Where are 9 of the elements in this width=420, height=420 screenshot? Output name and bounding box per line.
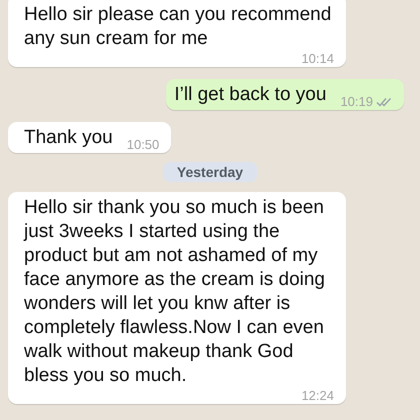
message-text: I’ll get back to you (174, 83, 326, 107)
message-time: 10:19 (340, 94, 373, 109)
message-time: 10:14 (301, 51, 334, 66)
message-time: 12:24 (301, 388, 334, 403)
message-text: Hello sir please can you recommend any sun cream for me (24, 3, 332, 51)
message-text: Thank you (24, 126, 113, 150)
message-time: 10:50 (126, 137, 160, 152)
message-text: Hello sir thank you so much is been just 3weeks I started using the product but am not ashamed of my face anymore as the cream is doing wonders will let you knw after is completely flawless.Now I can even walk without makeup thank God bless you so much. (24, 196, 326, 388)
date-divider: Yesterday (162, 162, 258, 182)
